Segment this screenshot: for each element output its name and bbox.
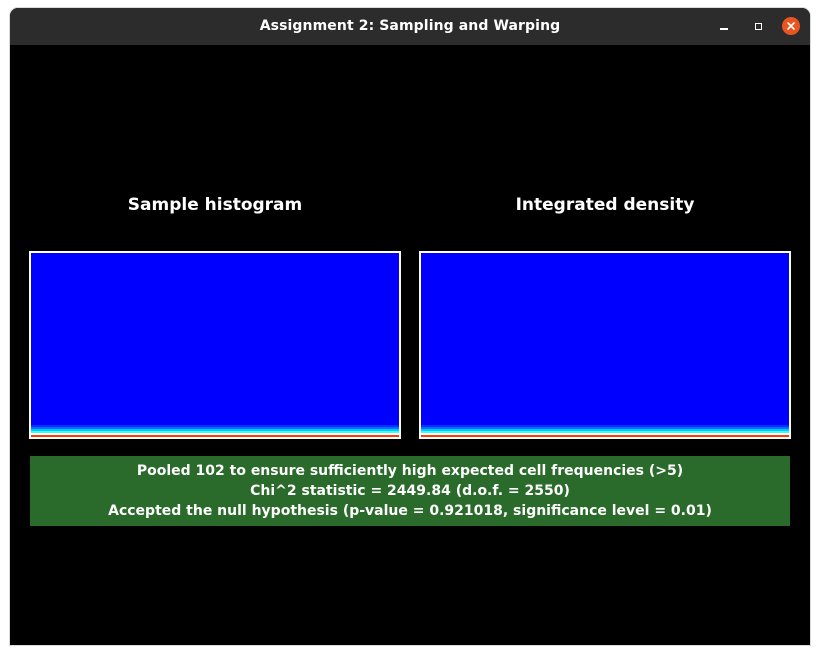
heatmap-base: [421, 253, 789, 437]
heatmap-base: [31, 253, 399, 437]
heatmap-row: [31, 425, 399, 427]
heatmap-row: [31, 431, 399, 433]
integrated-density-plot: [419, 251, 791, 439]
title-bar[interactable]: Assignment 2: Sampling and Warping: [10, 8, 810, 45]
window-title: Assignment 2: Sampling and Warping: [259, 18, 561, 34]
minimize-button[interactable]: [715, 17, 733, 35]
heatmap-row: [421, 435, 789, 437]
sample-histogram-plot: [29, 251, 401, 439]
heatmap-row: [31, 429, 399, 431]
sample-histogram-heatmap: [31, 253, 399, 437]
result-line-statistic: Chi^2 statistic = 2449.84 (d.o.f. = 2550…: [250, 483, 570, 499]
heatmap-row: [31, 433, 399, 435]
result-line-pooled: Pooled 102 to ensure sufficiently high e…: [136, 463, 684, 479]
heatmap-row: [421, 427, 789, 429]
chi-square-result-box: Pooled 102 to ensure sufficiently high e…: [30, 456, 790, 526]
close-button[interactable]: [782, 17, 800, 35]
maximize-button[interactable]: [749, 17, 767, 35]
integrated-density-heatmap: [421, 253, 789, 437]
integrated-density-title: Integrated density: [515, 195, 695, 215]
sample-histogram-title: Sample histogram: [127, 195, 303, 215]
maximize-icon: [754, 22, 762, 30]
heatmap-row: [31, 427, 399, 429]
result-line-hypothesis: Accepted the null hypothesis (p-value = …: [108, 503, 712, 519]
heatmap-row: [31, 435, 399, 437]
heatmap-row: [421, 433, 789, 435]
heatmap-row: [421, 425, 789, 427]
heatmap-row: [421, 429, 789, 431]
heatmap-row: [421, 431, 789, 433]
close-icon: [787, 22, 795, 30]
minimize-icon: [720, 28, 728, 30]
app-window: Assignment 2: Sampling and Warping Sampl…: [10, 8, 810, 645]
canvas-area: Sample histogram Integrated density Pool…: [10, 45, 810, 645]
